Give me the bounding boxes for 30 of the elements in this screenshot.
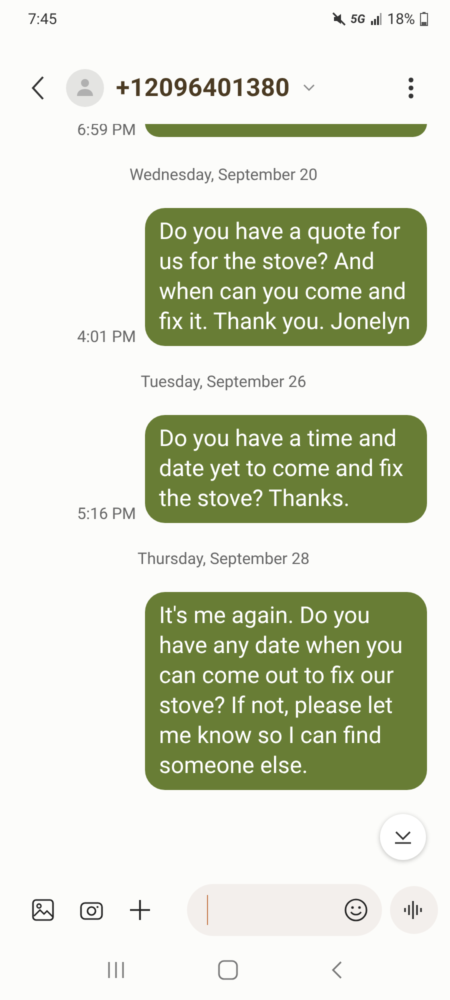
scroll-down-button[interactable] xyxy=(380,814,426,860)
back-icon[interactable] xyxy=(30,75,46,101)
battery-icon xyxy=(420,12,428,26)
mute-icon xyxy=(332,12,346,26)
home-icon[interactable] xyxy=(218,960,238,980)
voice-button[interactable] xyxy=(390,886,438,934)
clock-time: 7:45 xyxy=(28,10,57,28)
signal-icon xyxy=(370,13,382,25)
chevron-down-icon xyxy=(394,830,412,844)
chevron-down-icon[interactable] xyxy=(302,84,316,92)
plus-icon[interactable] xyxy=(129,899,151,921)
date-separator: Thursday, September 28 xyxy=(136,549,310,568)
message-time: 5:16 PM xyxy=(77,504,136,523)
emoji-icon[interactable] xyxy=(344,898,368,922)
message-bubble: It's me again. Do you have any date when you can come out to fix our stove? If not, please let me know so I can find someone else. xyxy=(145,592,427,790)
date-separator: Wednesday, September 20 xyxy=(128,165,319,184)
date-separator: Tuesday, September 26 xyxy=(140,372,308,391)
waveform-icon xyxy=(403,900,425,920)
recent-apps-icon[interactable] xyxy=(106,961,125,979)
camera-icon[interactable] xyxy=(80,900,103,920)
more-options-icon[interactable] xyxy=(408,77,414,99)
network-label: 5G xyxy=(350,12,366,26)
image-icon[interactable] xyxy=(32,899,54,921)
contact-name[interactable]: +12096401380 xyxy=(116,74,290,102)
message-bubble: Do you have a time and date yet to come and fix the stove? Thanks. xyxy=(145,415,427,523)
message-bubble: Do you have a quote for us for the stove? And when can you come and fix it. Thank you. Jonelyn xyxy=(145,208,427,346)
message-time: 4:01 PM xyxy=(77,327,136,346)
battery-percent: 18% xyxy=(387,10,415,28)
message-input-field[interactable] xyxy=(187,884,382,936)
avatar-icon xyxy=(66,69,104,107)
